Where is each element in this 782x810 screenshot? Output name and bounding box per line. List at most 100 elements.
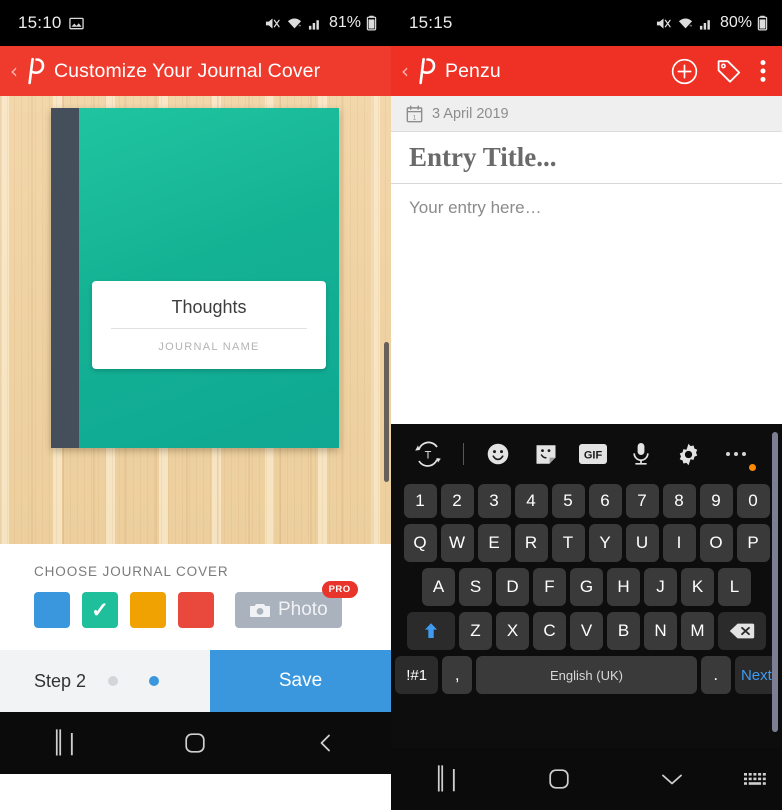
overflow-menu-icon[interactable] xyxy=(760,59,766,83)
swatch-orange[interactable] xyxy=(130,592,166,628)
key-u[interactable]: U xyxy=(625,524,659,562)
period-key[interactable]: . xyxy=(700,656,731,694)
key-1[interactable]: 1 xyxy=(403,484,437,518)
swatch-teal-selected[interactable]: ✓ xyxy=(82,592,118,628)
step-dot-1[interactable] xyxy=(108,676,119,686)
key-g[interactable]: G xyxy=(570,568,603,606)
key-4[interactable]: 4 xyxy=(514,484,548,518)
book-spine xyxy=(51,108,79,448)
key-m[interactable]: M xyxy=(681,612,714,650)
gif-icon[interactable]: GIF xyxy=(569,443,617,465)
step-indicator-group: Step 2 xyxy=(0,650,210,712)
key-5[interactable]: 5 xyxy=(551,484,585,518)
key-q[interactable]: Q xyxy=(403,524,437,562)
key-n[interactable]: N xyxy=(644,612,677,650)
save-button[interactable]: Save xyxy=(210,650,391,712)
space-key[interactable]: English (UK) xyxy=(476,656,697,694)
text-rotate-icon[interactable]: T xyxy=(413,441,461,467)
microphone-icon[interactable] xyxy=(617,441,665,467)
key-l[interactable]: L xyxy=(718,568,751,606)
key-8[interactable]: 8 xyxy=(662,484,696,518)
notification-dot-icon xyxy=(749,464,757,471)
swatch-blue[interactable] xyxy=(34,592,70,628)
battery-percent-label-right: 80% xyxy=(719,14,752,31)
svg-text:1: 1 xyxy=(413,114,417,121)
emoji-icon[interactable] xyxy=(474,442,522,466)
key-b[interactable]: B xyxy=(607,612,640,650)
journal-name-card[interactable]: Thoughts JOURNAL NAME xyxy=(92,281,326,369)
hide-keyboard-icon[interactable] xyxy=(616,771,728,787)
home-icon[interactable] xyxy=(503,768,615,790)
key-h[interactable]: H xyxy=(607,568,640,606)
add-entry-icon[interactable] xyxy=(671,58,698,85)
entry-date-bar[interactable]: 1 3 April 2019 xyxy=(391,96,782,132)
key-2[interactable]: 2 xyxy=(440,484,474,518)
mute-icon xyxy=(655,16,672,31)
key-x[interactable]: X xyxy=(496,612,529,650)
key-0[interactable]: 0 xyxy=(736,484,770,518)
keyboard-rows: 1 2 3 4 5 6 7 8 9 0 Q W E R T Y U I O P … xyxy=(391,484,782,694)
photo-cover-button[interactable]: Photo PRO xyxy=(235,581,358,628)
entry-body-input[interactable]: Your entry here… xyxy=(391,184,782,300)
svg-text:T: T xyxy=(425,450,432,462)
shift-arrow-icon[interactable] xyxy=(407,612,455,650)
key-v[interactable]: V xyxy=(570,612,603,650)
app-bar-actions xyxy=(671,58,772,85)
keyboard-row-top: Q W E R T Y U I O P xyxy=(395,524,778,562)
key-k[interactable]: K xyxy=(681,568,714,606)
key-s[interactable]: S xyxy=(459,568,492,606)
more-options-icon[interactable] xyxy=(712,452,760,471)
key-j[interactable]: J xyxy=(644,568,677,606)
back-chevron-icon[interactable]: ‹ xyxy=(399,61,413,81)
keyboard-switch-icon[interactable] xyxy=(728,771,782,788)
swatch-red[interactable] xyxy=(178,592,214,628)
key-f[interactable]: F xyxy=(533,568,566,606)
keyboard-scrollbar[interactable] xyxy=(772,432,778,732)
status-left-group-right: 15:15 xyxy=(409,13,453,33)
entry-title-input[interactable]: Entry Title... xyxy=(391,132,782,184)
key-r[interactable]: R xyxy=(514,524,548,562)
key-i[interactable]: I xyxy=(662,524,696,562)
key-o[interactable]: O xyxy=(699,524,733,562)
key-a[interactable]: A xyxy=(422,568,455,606)
key-3[interactable]: 3 xyxy=(477,484,511,518)
tag-icon[interactable] xyxy=(715,58,743,84)
key-t[interactable]: T xyxy=(551,524,585,562)
wifi-icon xyxy=(286,16,303,31)
recents-icon[interactable]: ║| xyxy=(391,767,503,792)
key-d[interactable]: D xyxy=(496,568,529,606)
left-app-bar-title: Customize Your Journal Cover xyxy=(54,59,321,82)
toolbar-divider xyxy=(463,443,464,465)
image-icon xyxy=(68,16,84,31)
key-p[interactable]: P xyxy=(736,524,770,562)
recents-icon[interactable]: ║| xyxy=(0,731,130,756)
key-6[interactable]: 6 xyxy=(588,484,622,518)
settings-gear-icon[interactable] xyxy=(665,442,713,467)
home-icon[interactable] xyxy=(130,732,260,754)
journal-name-value: Thoughts xyxy=(171,297,247,317)
battery-percent-label: 81% xyxy=(328,14,361,31)
key-c[interactable]: C xyxy=(533,612,566,650)
sticker-icon[interactable] xyxy=(522,442,570,466)
back-chevron-icon[interactable]: ‹ xyxy=(8,61,22,81)
key-7[interactable]: 7 xyxy=(625,484,659,518)
right-app-bar-title: Penzu xyxy=(445,59,501,82)
key-y[interactable]: Y xyxy=(588,524,622,562)
photo-button-label: Photo xyxy=(278,599,328,620)
preview-scrollbar[interactable] xyxy=(384,342,389,482)
key-w[interactable]: W xyxy=(440,524,474,562)
android-keyboard: T GIF 1 2 3 4 5 6 7 8 9 0 Q W E R T Y U … xyxy=(391,424,782,748)
key-e[interactable]: E xyxy=(477,524,511,562)
key-9[interactable]: 9 xyxy=(699,484,733,518)
comma-key[interactable]: , xyxy=(442,656,473,694)
backspace-icon[interactable] xyxy=(718,612,766,650)
status-time: 15:10 xyxy=(18,13,62,32)
book-cover xyxy=(79,108,339,448)
status-right-group-right: 80% xyxy=(655,14,768,32)
step-dot-2[interactable] xyxy=(149,676,160,686)
battery-icon xyxy=(366,15,377,31)
key-z[interactable]: Z xyxy=(459,612,492,650)
keyboard-toolbar: T GIF xyxy=(391,424,782,484)
back-icon[interactable] xyxy=(261,732,391,754)
symbols-key[interactable]: !#1 xyxy=(395,656,439,694)
